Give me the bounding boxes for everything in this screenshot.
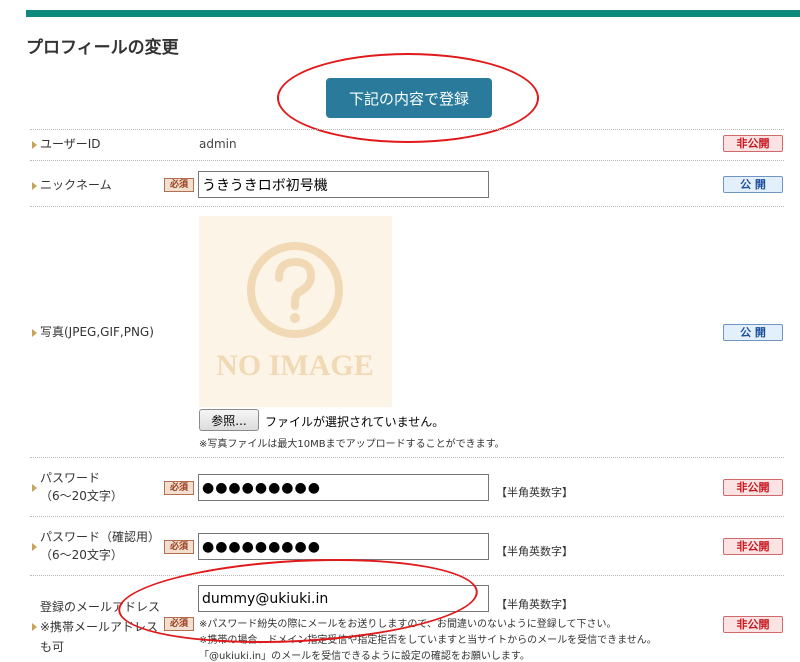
password-hint: 【半角英数字】 [496,486,573,499]
browse-file-button[interactable]: 参照... [199,409,259,431]
question-dot [290,313,300,323]
row-divider [30,129,784,130]
field-label-email: 登録のメールアドレス ※携帯メールアドレス も可 [32,597,160,657]
visibility-toggle-password-confirm[interactable]: 非公開 [723,538,783,555]
row-divider [30,160,784,161]
row-divider [30,457,784,458]
photo-size-note: ※写真ファイルは最大10MBまでアップロードすることができます。 [199,439,505,450]
bullet-triangle-icon [32,181,37,190]
field-label-password: パスワード （6〜20文字） [32,469,123,505]
bullet-triangle-icon [32,328,37,337]
field-label-user-id: ユーザーID [32,135,101,153]
bullet-triangle-icon [32,140,37,149]
bullet-triangle-icon [32,543,37,551]
required-badge: 必須 [164,617,194,631]
field-label-password-confirm: パスワード（確認用） （6〜20文字） [32,528,160,564]
bullet-triangle-icon [32,623,37,631]
submit-button[interactable]: 下記の内容で登録 [326,78,492,118]
required-badge: 必須 [164,481,194,495]
nickname-input[interactable] [198,171,489,198]
password-confirm-hint: 【半角英数字】 [496,545,573,558]
row-divider [30,206,784,207]
header-accent-bar [26,10,800,17]
visibility-toggle-password[interactable]: 非公開 [723,479,783,496]
no-image-text: NO IMAGE [216,349,374,382]
page-title: プロフィールの変更 [26,38,179,58]
password-confirm-input[interactable] [198,533,489,560]
visibility-toggle-email[interactable]: 非公開 [723,616,783,633]
row-divider [30,575,784,576]
required-badge: 必須 [164,178,194,192]
email-note-1: ※パスワード紛失の際にメールをお送りしますので、お間違いのないように登録して下さ… [199,619,617,630]
question-mark-glyph [275,257,316,310]
email-note-2: ※携帯の場合、ドメイン指定受信や指定拒否をしていますと当サイトからのメールを受信… [199,635,657,646]
field-label-photo: 写真(JPEG,GIF,PNG) [32,323,154,341]
visibility-toggle-nickname[interactable]: 公 開 [723,176,783,193]
visibility-toggle-photo[interactable]: 公 開 [723,324,783,341]
email-input[interactable] [198,585,489,612]
user-id-value: admin [199,137,237,151]
field-label-nickname: ニックネーム [32,176,112,194]
file-status-text: ファイルが選択されていません。 [265,415,445,429]
row-divider [30,516,784,517]
email-hint: 【半角英数字】 [496,598,573,611]
password-input[interactable] [198,474,489,501]
no-image-placeholder: NO IMAGE [199,216,392,407]
visibility-toggle-user-id[interactable]: 非公開 [723,135,783,152]
required-badge: 必須 [164,540,194,554]
bullet-triangle-icon [32,484,37,492]
email-note-3: 「@ukiuki.in」のメールを受信できるように設定の確認をお願いします。 [199,651,530,662]
